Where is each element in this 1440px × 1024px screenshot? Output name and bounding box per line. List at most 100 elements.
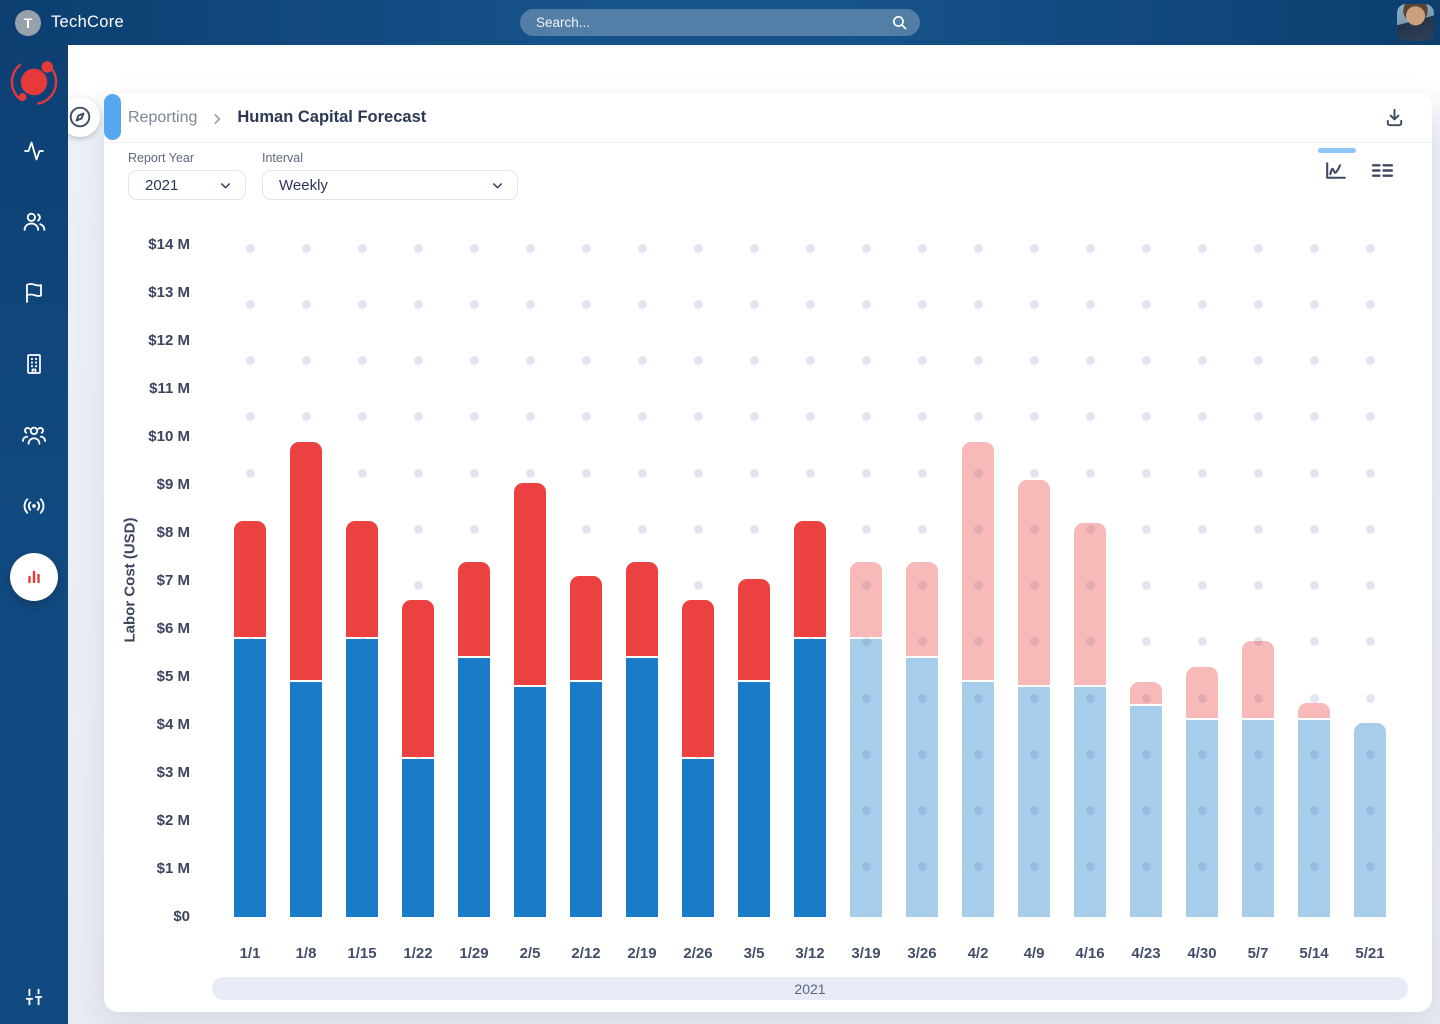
bar-column-3/12[interactable] bbox=[782, 245, 838, 917]
user-avatar[interactable] bbox=[1397, 4, 1434, 41]
sidebar-item-flag[interactable] bbox=[0, 257, 68, 328]
bar-segment-forecast_base[interactable] bbox=[906, 658, 938, 917]
sidebar-item-analytics[interactable] bbox=[0, 541, 68, 612]
bar-column-2/19[interactable] bbox=[614, 245, 670, 917]
bar-segment-forecast_base[interactable] bbox=[1130, 706, 1162, 917]
sliders-icon bbox=[23, 986, 45, 1008]
sidebar-item-broadcast[interactable] bbox=[0, 470, 68, 541]
bar-segment-actual_overage[interactable] bbox=[626, 562, 658, 656]
bar-segment-actual_overage[interactable] bbox=[570, 576, 602, 680]
bar-column-4/9[interactable] bbox=[1006, 245, 1062, 917]
bar-column-5/7[interactable] bbox=[1230, 245, 1286, 917]
sidebar-item-company[interactable] bbox=[0, 328, 68, 399]
bar-column-2/12[interactable] bbox=[558, 245, 614, 917]
bar-segment-actual_overage[interactable] bbox=[234, 521, 266, 637]
search-bar[interactable] bbox=[520, 9, 920, 36]
app-logo[interactable] bbox=[4, 51, 64, 113]
x-tick-label: 1/8 bbox=[278, 945, 334, 962]
bar-segment-actual_base[interactable] bbox=[402, 759, 434, 917]
bar-column-4/23[interactable] bbox=[1118, 245, 1174, 917]
bar-segment-actual_overage[interactable] bbox=[290, 442, 322, 680]
report-year-select[interactable]: 2021 bbox=[128, 170, 246, 200]
bar-column-1/29[interactable] bbox=[446, 245, 502, 917]
x-axis-labels: 1/11/81/151/221/292/52/122/192/263/53/12… bbox=[222, 945, 1398, 962]
chevron-down-icon bbox=[218, 178, 233, 193]
list-view-toggle[interactable] bbox=[1369, 148, 1396, 183]
bar-segment-forecast_overage[interactable] bbox=[1074, 523, 1106, 684]
x-tick-label: 1/15 bbox=[334, 945, 390, 962]
bar-column-3/5[interactable] bbox=[726, 245, 782, 917]
search-icon[interactable] bbox=[891, 14, 908, 31]
bar-segment-forecast_overage[interactable] bbox=[1130, 682, 1162, 704]
sidebar-item-activity[interactable] bbox=[0, 115, 68, 186]
bar-column-4/2[interactable] bbox=[950, 245, 1006, 917]
bar-column-1/22[interactable] bbox=[390, 245, 446, 917]
x-tick-label: 3/5 bbox=[726, 945, 782, 962]
bar-segment-actual_base[interactable] bbox=[290, 682, 322, 917]
team-icon bbox=[21, 422, 47, 448]
x-axis-group-band: 2021 bbox=[212, 977, 1408, 1000]
report-year-value: 2021 bbox=[145, 177, 178, 194]
bar-column-5/21[interactable] bbox=[1342, 245, 1398, 917]
bar-segment-actual_base[interactable] bbox=[738, 682, 770, 917]
breadcrumb-reporting[interactable]: Reporting bbox=[128, 109, 197, 127]
bar-segment-forecast_base[interactable] bbox=[1018, 687, 1050, 917]
bar-column-2/26[interactable] bbox=[670, 245, 726, 917]
building-icon bbox=[22, 352, 46, 376]
sidebar-item-settings[interactable] bbox=[0, 986, 68, 1008]
interval-select[interactable]: Weekly bbox=[262, 170, 518, 200]
bar-segment-actual_overage[interactable] bbox=[794, 521, 826, 637]
bar-segment-forecast_overage[interactable] bbox=[906, 562, 938, 656]
bar-segment-actual_base[interactable] bbox=[514, 687, 546, 917]
chart-view-toggle[interactable] bbox=[1322, 148, 1349, 183]
bar-segment-forecast_overage[interactable] bbox=[1186, 667, 1218, 718]
bar-segment-actual_base[interactable] bbox=[626, 658, 658, 917]
y-tick-label: $9 M bbox=[94, 475, 190, 495]
people-icon bbox=[22, 209, 47, 234]
bar-segment-actual_overage[interactable] bbox=[514, 483, 546, 685]
bar-segment-actual_base[interactable] bbox=[570, 682, 602, 917]
bar-segment-forecast_base[interactable] bbox=[1354, 723, 1386, 917]
bar-column-1/8[interactable] bbox=[278, 245, 334, 917]
search-input[interactable] bbox=[536, 15, 891, 30]
brand[interactable]: T TechCore bbox=[0, 10, 124, 36]
broadcast-icon bbox=[21, 493, 47, 519]
bar-segment-forecast_base[interactable] bbox=[1074, 687, 1106, 917]
bar-segment-forecast_base[interactable] bbox=[1242, 720, 1274, 917]
bar-column-3/26[interactable] bbox=[894, 245, 950, 917]
x-tick-label: 5/14 bbox=[1286, 945, 1342, 962]
card-header: Reporting Human Capital Forecast bbox=[104, 93, 1432, 143]
bar-column-4/30[interactable] bbox=[1174, 245, 1230, 917]
bar-column-1/15[interactable] bbox=[334, 245, 390, 917]
download-button[interactable] bbox=[1383, 106, 1406, 129]
bar-column-4/16[interactable] bbox=[1062, 245, 1118, 917]
bar-segment-forecast_overage[interactable] bbox=[850, 562, 882, 637]
bar-segment-forecast_base[interactable] bbox=[1298, 720, 1330, 917]
bar-column-1/1[interactable] bbox=[222, 245, 278, 917]
bar-column-3/19[interactable] bbox=[838, 245, 894, 917]
bar-segment-actual_base[interactable] bbox=[234, 639, 266, 917]
bar-segment-forecast_base[interactable] bbox=[962, 682, 994, 917]
bar-segment-forecast_overage[interactable] bbox=[1298, 703, 1330, 718]
bar-segment-actual_base[interactable] bbox=[794, 639, 826, 917]
bar-segment-forecast_base[interactable] bbox=[1186, 720, 1218, 917]
bar-column-2/5[interactable] bbox=[502, 245, 558, 917]
x-tick-label: 3/19 bbox=[838, 945, 894, 962]
bar-segment-forecast_overage[interactable] bbox=[962, 442, 994, 680]
bar-segment-actual_overage[interactable] bbox=[682, 600, 714, 756]
sidebar-item-team[interactable] bbox=[0, 399, 68, 470]
x-tick-label: 2/5 bbox=[502, 945, 558, 962]
bar-segment-actual_overage[interactable] bbox=[738, 579, 770, 680]
bar-segment-actual_base[interactable] bbox=[682, 759, 714, 917]
bar-segment-forecast_overage[interactable] bbox=[1018, 480, 1050, 684]
bar-segment-actual_base[interactable] bbox=[346, 639, 378, 917]
bar-column-5/14[interactable] bbox=[1286, 245, 1342, 917]
bar-segment-forecast_base[interactable] bbox=[850, 639, 882, 917]
bar-segment-actual_overage[interactable] bbox=[346, 521, 378, 637]
bar-segment-actual_overage[interactable] bbox=[458, 562, 490, 656]
chevron-right-icon bbox=[210, 112, 224, 126]
bar-segment-actual_overage[interactable] bbox=[402, 600, 434, 756]
sidebar-item-people[interactable] bbox=[0, 186, 68, 257]
bar-segment-forecast_overage[interactable] bbox=[1242, 641, 1274, 718]
bar-segment-actual_base[interactable] bbox=[458, 658, 490, 917]
